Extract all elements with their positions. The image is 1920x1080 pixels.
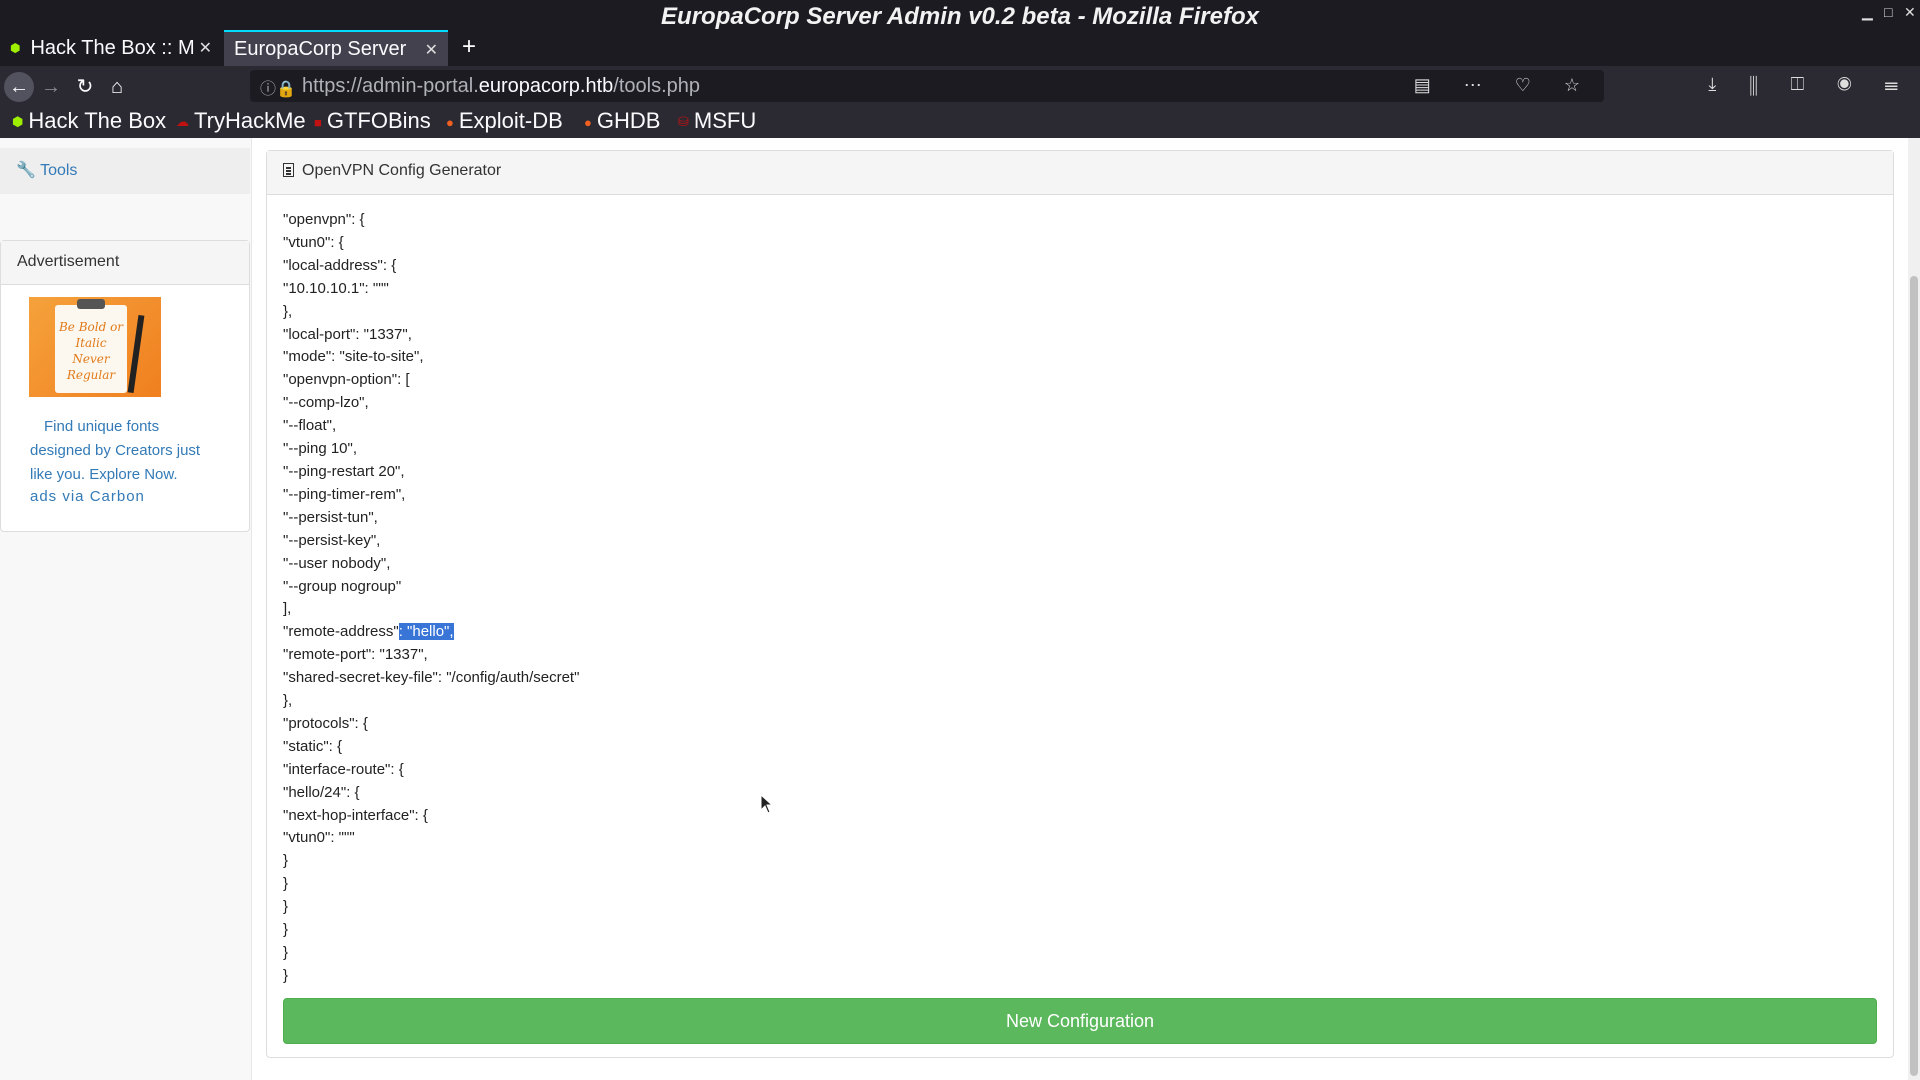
url-text[interactable]: https://admin-portal.europacorp.htb/tool…: [302, 75, 700, 98]
ad-link[interactable]: Find unique fonts designed by Creators j…: [30, 415, 220, 507]
tab-strip: ⬢ Hack The Box :: M ✕ EuropaCorp Server …: [0, 30, 1920, 66]
ad-image[interactable]: Be Bold or Italic Never Regular: [29, 297, 161, 397]
panel-heading: OpenVPN Config Generator: [267, 151, 1893, 195]
advertisement-heading: Advertisement: [1, 241, 249, 285]
sidebar-tools-link[interactable]: 🔧 Tools: [16, 160, 77, 180]
bookmark-msfu[interactable]: ⛁ MSFU: [678, 108, 756, 134]
tab-europacorp[interactable]: EuropaCorp Server ✕: [224, 30, 448, 66]
reload-icon[interactable]: ↻: [70, 72, 100, 102]
home-icon[interactable]: ⌂: [102, 72, 132, 102]
bookmark-ghdb[interactable]: ● GHDB: [584, 108, 660, 134]
selected-text[interactable]: : "hello",: [398, 623, 454, 641]
tab-hackthebox[interactable]: ⬢ Hack The Box :: M ✕: [0, 30, 222, 66]
url-bar[interactable]: ⓘ🔒 https://admin-portal.europacorp.htb/t…: [250, 70, 1604, 102]
back-arrow-icon[interactable]: ←: [4, 72, 34, 102]
tab-close-icon[interactable]: ✕: [425, 40, 438, 60]
forward-arrow-icon[interactable]: →: [36, 72, 66, 102]
new-configuration-button[interactable]: New Configuration: [283, 998, 1877, 1044]
sidebar: 🔧 Tools Advertisement Be Bold or Italic …: [0, 138, 252, 1080]
window-title: EuropaCorp Server Admin v0.2 beta - Mozi…: [661, 3, 1259, 30]
advertisement-panel: Advertisement Be Bold or Italic Never Re…: [0, 240, 250, 532]
tab-label: EuropaCorp Server: [234, 37, 407, 60]
maximize-icon[interactable]: □: [1884, 4, 1892, 20]
close-window-icon[interactable]: ✕: [1904, 4, 1916, 21]
minimize-icon[interactable]: ▁: [1862, 4, 1873, 21]
bookmark-hackthebox[interactable]: ⬢ Hack The Box: [12, 108, 166, 134]
htb-favicon-icon: ⬢: [10, 41, 21, 55]
mouse-cursor-icon: [760, 794, 774, 814]
navigation-bar: ← → ↻ ⌂ ⓘ🔒 https://admin-portal.europaco…: [0, 66, 1920, 106]
tab-close-icon[interactable]: ✕: [199, 38, 212, 58]
window-titlebar: EuropaCorp Server Admin v0.2 beta - Mozi…: [0, 0, 1920, 30]
openvpn-config-panel: OpenVPN Config Generator "openvpn": { "v…: [266, 150, 1894, 1058]
page-actions-icons[interactable]: ▤ ⋯ ♡ ☆: [1414, 75, 1594, 96]
tab-label: Hack The Box :: M: [30, 36, 195, 59]
wrench-icon: 🔧: [16, 162, 36, 179]
bookmark-gtfobins[interactable]: ■ GTFOBins: [314, 108, 431, 134]
sidebar-item-tools[interactable]: 🔧 Tools: [0, 148, 250, 194]
config-output[interactable]: "openvpn": { "vtun0": { "local-address":…: [283, 209, 579, 988]
new-tab-button[interactable]: +: [456, 30, 482, 66]
bookmark-exploit-db[interactable]: ● Exploit-DB: [446, 108, 563, 134]
document-icon: [283, 163, 294, 177]
ad-image-text: Be Bold or Italic Never Regular: [58, 320, 124, 382]
site-info-lock-icon[interactable]: ⓘ🔒: [260, 75, 296, 99]
ad-via-carbon[interactable]: ads via Carbon: [30, 487, 220, 507]
scrollbar-thumb[interactable]: [1910, 276, 1918, 1076]
bookmark-tryhackme[interactable]: ☁ TryHackMe: [176, 108, 306, 134]
bookmarks-bar: ⬢ Hack The Box ☁ TryHackMe ■ GTFOBins ● Expl…: [0, 106, 1920, 138]
page-scrollbar[interactable]: [1908, 138, 1920, 1080]
page-content: 🔧 Tools Advertisement Be Bold or Italic …: [0, 138, 1920, 1080]
toolbar-icons[interactable]: ⤓ ⫼ ◫ ◉ ☰: [1708, 74, 1912, 95]
